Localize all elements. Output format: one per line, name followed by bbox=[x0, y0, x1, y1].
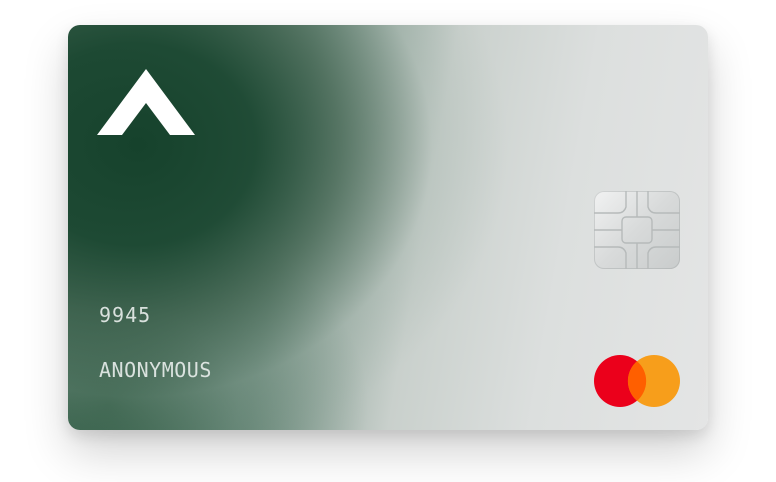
chevron-up-logo-icon bbox=[97, 69, 195, 135]
emv-chip-icon bbox=[594, 191, 680, 269]
payment-card[interactable]: 9945 ANONYMOUS bbox=[68, 25, 708, 430]
stage: 9945 ANONYMOUS bbox=[0, 0, 776, 482]
card-holder-name: ANONYMOUS bbox=[99, 358, 212, 382]
card-number-last4: 9945 bbox=[99, 303, 152, 327]
mastercard-logo-icon bbox=[594, 355, 680, 407]
